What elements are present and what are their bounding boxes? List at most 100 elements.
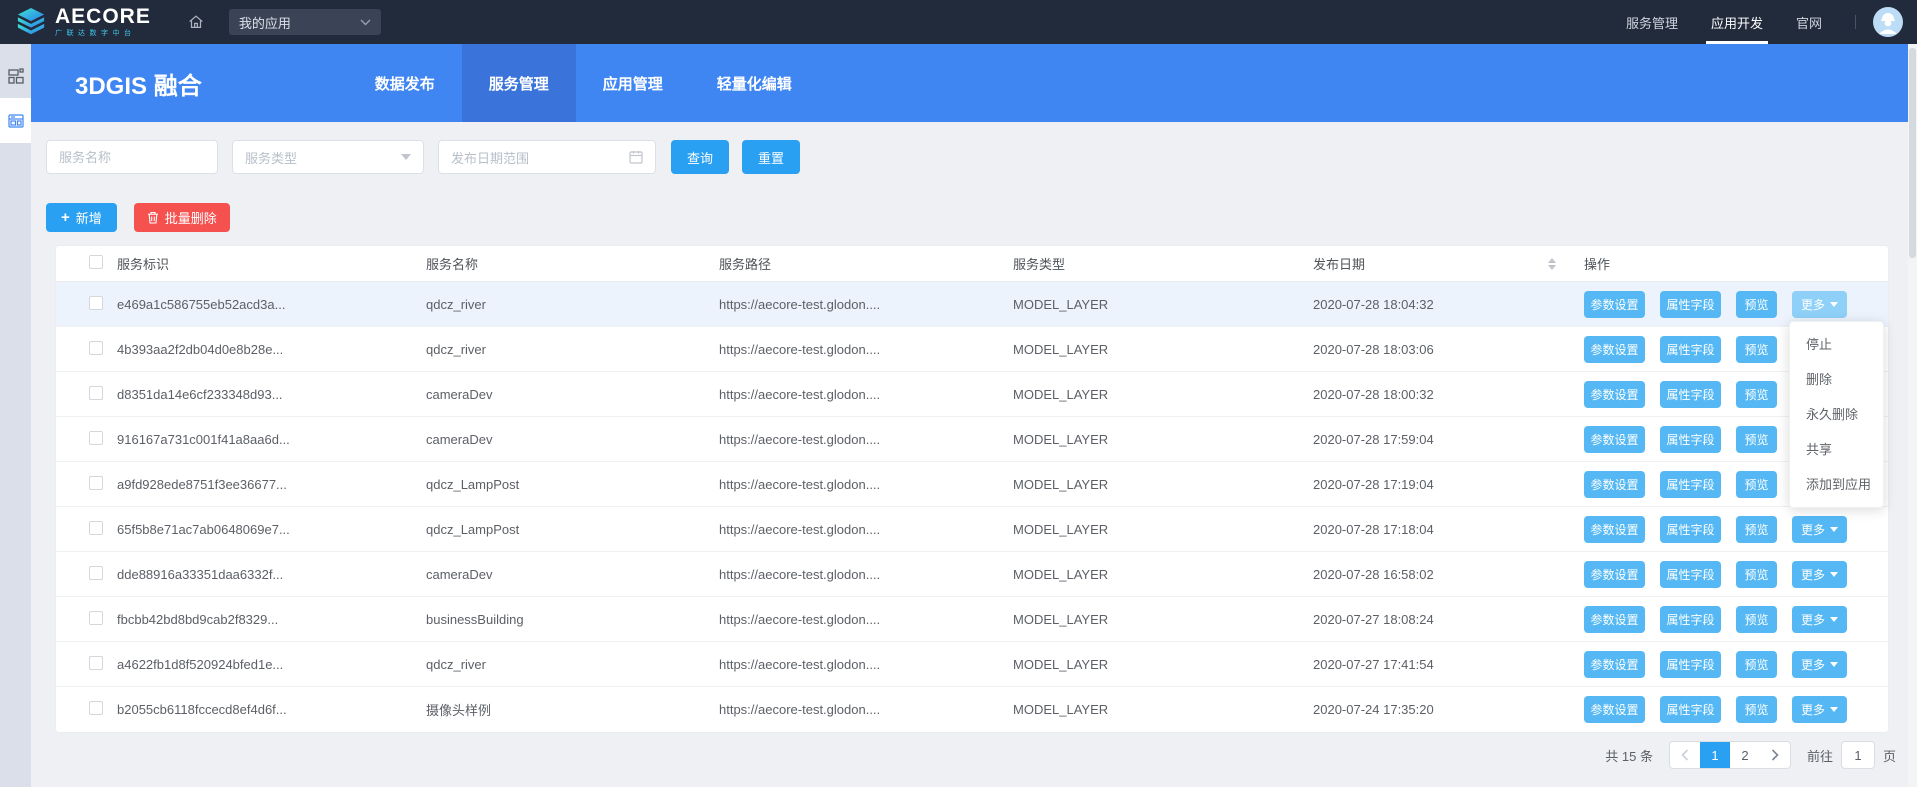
home-button[interactable] <box>187 13 205 31</box>
row-action-preview-button[interactable]: 预览 <box>1736 606 1777 633</box>
vertical-scrollbar[interactable] <box>1908 44 1917 787</box>
row-checkbox[interactable] <box>89 341 103 355</box>
prev-page-button[interactable] <box>1670 742 1700 768</box>
table-row[interactable]: a9fd928ede8751f3ee36677... qdcz_LampPost… <box>56 462 1888 507</box>
user-avatar[interactable] <box>1873 7 1903 37</box>
trash-icon <box>147 211 159 224</box>
row-action-fields-button[interactable]: 属性字段 <box>1660 696 1721 723</box>
row-action-preview-button[interactable]: 预览 <box>1736 561 1777 588</box>
service-name-input[interactable] <box>59 150 205 165</box>
caret-down-icon <box>1830 572 1838 577</box>
scrollbar-thumb[interactable] <box>1909 48 1916 258</box>
row-action-params-button[interactable]: 参数设置 <box>1584 291 1645 318</box>
navbar-link[interactable]: 官网 <box>1796 0 1822 44</box>
reset-button[interactable]: 重置 <box>742 140 800 174</box>
row-action-more-button[interactable]: 更多 <box>1792 696 1847 723</box>
page-number-button[interactable]: 2 <box>1730 742 1760 768</box>
row-action-fields-button[interactable]: 属性字段 <box>1660 291 1721 318</box>
more-menu-item[interactable]: 共享 <box>1790 432 1883 467</box>
row-action-params-button[interactable]: 参数设置 <box>1584 471 1645 498</box>
row-action-params-button[interactable]: 参数设置 <box>1584 516 1645 543</box>
row-checkbox[interactable] <box>89 386 103 400</box>
row-action-preview-button[interactable]: 预览 <box>1736 291 1777 318</box>
app-select[interactable]: 我的应用 <box>229 9 381 35</box>
row-action-fields-button[interactable]: 属性字段 <box>1660 381 1721 408</box>
row-actions: 参数设置 属性字段 预览 更多 <box>1578 606 1888 633</box>
row-checkbox[interactable] <box>89 296 103 310</box>
row-action-params-button[interactable]: 参数设置 <box>1584 381 1645 408</box>
header-tab[interactable]: 服务管理 <box>462 44 576 122</box>
goto-label: 前往 <box>1807 746 1833 765</box>
navbar-link[interactable]: 应用开发 <box>1711 0 1763 44</box>
table-row[interactable]: d8351da14e6cf233348d93... cameraDev http… <box>56 372 1888 417</box>
header-tab[interactable]: 应用管理 <box>576 44 690 122</box>
row-action-params-button[interactable]: 参数设置 <box>1584 696 1645 723</box>
table-row[interactable]: 65f5b8e71ac7ab0648069e7... qdcz_LampPost… <box>56 507 1888 552</box>
more-menu-item[interactable]: 添加到应用 <box>1790 467 1883 502</box>
col-service-name: 服务名称 <box>426 254 719 273</box>
navbar-link[interactable]: 服务管理 <box>1626 0 1678 44</box>
table-row[interactable]: 4b393aa2f2db04d0e8b28e... qdcz_river htt… <box>56 327 1888 372</box>
row-action-more-button[interactable]: 更多 <box>1792 561 1847 588</box>
row-action-fields-button[interactable]: 属性字段 <box>1660 336 1721 363</box>
row-action-preview-button[interactable]: 预览 <box>1736 471 1777 498</box>
table-row[interactable]: a4622fb1d8f520924bfed1e... qdcz_river ht… <box>56 642 1888 687</box>
row-action-fields-button[interactable]: 属性字段 <box>1660 516 1721 543</box>
cell-service-name: qdcz_LampPost <box>426 477 719 492</box>
row-action-fields-button[interactable]: 属性字段 <box>1660 651 1721 678</box>
search-button[interactable]: 查询 <box>671 140 729 174</box>
header-tab[interactable]: 轻量化编辑 <box>690 44 819 122</box>
row-action-preview-button[interactable]: 预览 <box>1736 381 1777 408</box>
row-action-more-button[interactable]: 更多 <box>1792 291 1847 318</box>
row-action-params-button[interactable]: 参数设置 <box>1584 426 1645 453</box>
row-checkbox[interactable] <box>89 701 103 715</box>
more-menu-item[interactable]: 永久删除 <box>1790 397 1883 432</box>
row-action-more-button[interactable]: 更多 <box>1792 651 1847 678</box>
page-number-button[interactable]: 1 <box>1700 742 1730 768</box>
publish-date-range-field[interactable]: 发布日期范围 <box>438 140 656 174</box>
row-action-params-button[interactable]: 参数设置 <box>1584 561 1645 588</box>
cell-service-type: MODEL_LAYER <box>1013 477 1313 492</box>
sort-carets-icon[interactable] <box>1548 258 1556 270</box>
table-row[interactable]: e469a1c586755eb52acd3a... qdcz_river htt… <box>56 282 1888 327</box>
sidebar-item-services[interactable] <box>0 98 31 143</box>
row-action-fields-button[interactable]: 属性字段 <box>1660 561 1721 588</box>
service-type-select[interactable]: 服务类型 <box>232 140 424 174</box>
row-action-params-button[interactable]: 参数设置 <box>1584 606 1645 633</box>
row-action-preview-button[interactable]: 预览 <box>1736 426 1777 453</box>
row-checkbox[interactable] <box>89 566 103 580</box>
row-action-fields-button[interactable]: 属性字段 <box>1660 426 1721 453</box>
total-count: 共 15 条 <box>1605 746 1653 765</box>
sidebar-item-dashboard[interactable] <box>0 53 31 98</box>
app-select-value: 我的应用 <box>239 13 291 32</box>
table-row[interactable]: fbcbb42bd8bd9cab2f8329... businessBuildi… <box>56 597 1888 642</box>
table-row[interactable]: dde88916a33351daa6332f... cameraDev http… <box>56 552 1888 597</box>
row-checkbox[interactable] <box>89 611 103 625</box>
service-name-field[interactable] <box>46 140 218 174</box>
row-action-preview-button[interactable]: 预览 <box>1736 696 1777 723</box>
row-action-preview-button[interactable]: 预览 <box>1736 336 1777 363</box>
row-action-more-button[interactable]: 更多 <box>1792 516 1847 543</box>
row-action-more-button[interactable]: 更多 <box>1792 606 1847 633</box>
more-menu-item[interactable]: 删除 <box>1790 362 1883 397</box>
row-checkbox[interactable] <box>89 476 103 490</box>
row-action-preview-button[interactable]: 预览 <box>1736 651 1777 678</box>
cell-publish-date: 2020-07-28 17:59:04 <box>1313 432 1578 447</box>
select-all-checkbox[interactable] <box>89 255 103 269</box>
row-action-fields-button[interactable]: 属性字段 <box>1660 606 1721 633</box>
row-checkbox[interactable] <box>89 656 103 670</box>
table-row[interactable]: 916167a731c001f41a8aa6d... cameraDev htt… <box>56 417 1888 462</box>
row-action-preview-button[interactable]: 预览 <box>1736 516 1777 543</box>
table-row[interactable]: b2055cb6118fccecd8ef4d6f... 摄像头样例 https:… <box>56 687 1888 732</box>
add-button[interactable]: + 新增 <box>46 203 117 232</box>
row-checkbox[interactable] <box>89 521 103 535</box>
row-action-params-button[interactable]: 参数设置 <box>1584 336 1645 363</box>
row-checkbox[interactable] <box>89 431 103 445</box>
more-menu-item[interactable]: 停止 <box>1790 327 1883 362</box>
goto-page-input[interactable] <box>1841 741 1875 769</box>
next-page-button[interactable] <box>1760 742 1790 768</box>
header-tab[interactable]: 数据发布 <box>348 44 462 122</box>
row-action-params-button[interactable]: 参数设置 <box>1584 651 1645 678</box>
row-action-fields-button[interactable]: 属性字段 <box>1660 471 1721 498</box>
batch-delete-button[interactable]: 批量删除 <box>134 203 230 232</box>
